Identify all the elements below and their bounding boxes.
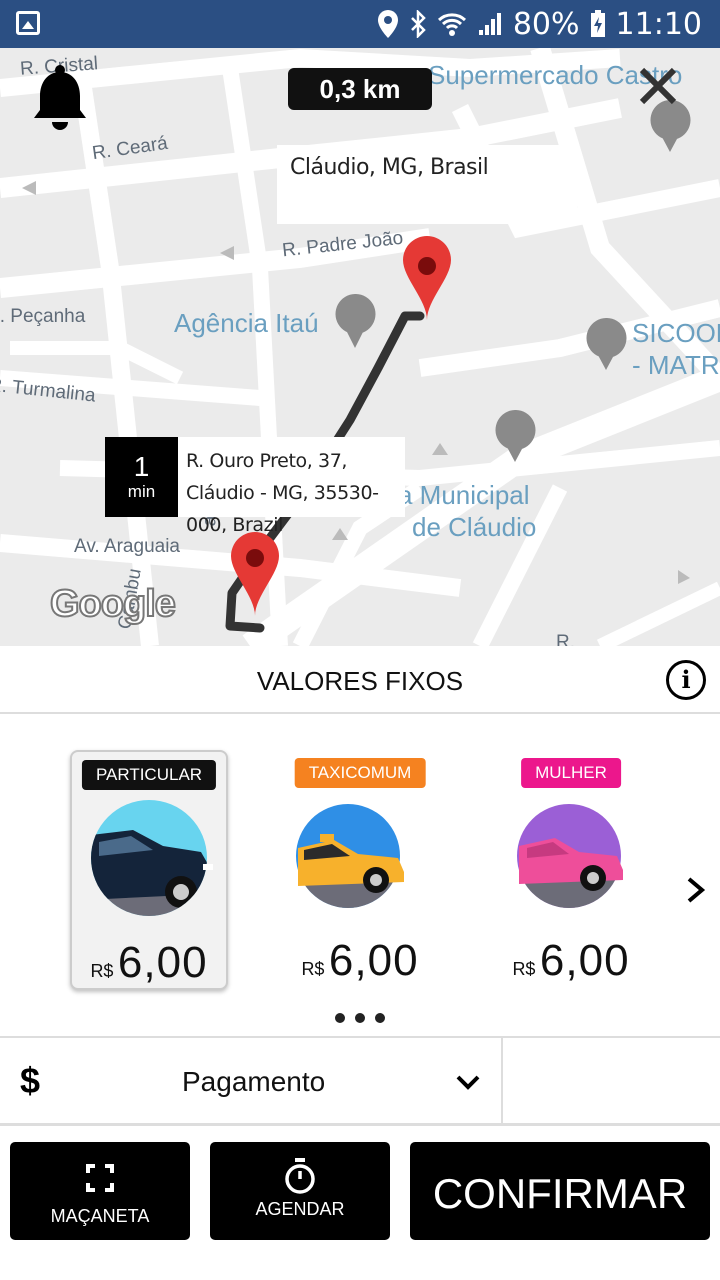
pagination-dot bbox=[335, 1013, 345, 1023]
category-badge: TAXICOMUM bbox=[294, 758, 426, 788]
wifi-icon bbox=[437, 13, 466, 36]
battery-percent: 80% bbox=[512, 6, 580, 42]
destination-marker bbox=[403, 236, 451, 320]
eta-box: 1 min bbox=[105, 437, 178, 517]
macaneta-label: MAÇANETA bbox=[50, 1206, 150, 1226]
fullscreen-icon bbox=[86, 1164, 114, 1192]
pagination-dot bbox=[355, 1013, 365, 1023]
divider bbox=[501, 1038, 503, 1126]
category-badge: PARTICULAR bbox=[81, 760, 217, 790]
pagination-dot bbox=[375, 1013, 385, 1023]
payment-selector[interactable]: $ Pagamento bbox=[0, 1036, 720, 1126]
price-currency: R$ bbox=[301, 959, 325, 979]
close-icon[interactable] bbox=[638, 66, 678, 106]
agendar-label: AGENDAR bbox=[255, 1199, 345, 1219]
origin-address: R. Ouro Preto, 37, Cláudio - MG, 35530-0… bbox=[186, 450, 379, 536]
origin-callout[interactable]: 1 min R. Ouro Preto, 37, Cláudio - MG, 3… bbox=[105, 437, 405, 536]
category-card-taxicomum[interactable]: TAXICOMUM R$ 6,00 bbox=[281, 750, 439, 990]
eta-value: 1 bbox=[133, 451, 150, 482]
eta-unit: min bbox=[127, 482, 156, 501]
macaneta-button[interactable]: MAÇANETA bbox=[10, 1142, 190, 1240]
location-icon bbox=[377, 10, 398, 38]
category-price: R$ 6,00 bbox=[492, 936, 650, 986]
chevron-right-icon[interactable] bbox=[684, 876, 708, 904]
distance-badge: 0,3 km bbox=[288, 68, 432, 110]
car-taxi-icon bbox=[296, 804, 404, 908]
image-notification-icon bbox=[16, 11, 40, 35]
car-mulher-icon bbox=[517, 804, 623, 908]
agendar-button[interactable]: AGENDAR bbox=[210, 1142, 390, 1240]
status-bar: 80% 11:10 bbox=[0, 0, 720, 48]
poi-label: Agência Itaú bbox=[174, 308, 319, 338]
signal-icon bbox=[478, 13, 501, 35]
info-icon[interactable]: i bbox=[666, 660, 706, 700]
clock: 11:10 bbox=[615, 6, 702, 42]
category-badge: MULHER bbox=[521, 758, 621, 788]
category-card-particular[interactable]: PARTICULAR R$ 6,00 bbox=[70, 750, 228, 990]
poi-label: SICOOB bbox=[632, 318, 720, 348]
category-price: R$ 6,00 bbox=[72, 938, 226, 988]
street-label: Av. Araguaia bbox=[74, 536, 180, 557]
car-particular-icon bbox=[91, 800, 213, 916]
payment-label: Pagamento bbox=[182, 1066, 326, 1097]
confirmar-button[interactable]: CONFIRMAR bbox=[410, 1142, 710, 1240]
street-label: R. bbox=[556, 632, 575, 646]
poi-label: de Cláudio bbox=[412, 512, 537, 542]
stopwatch-icon bbox=[285, 1158, 315, 1194]
category-card-mulher[interactable]: MULHER R$ 6,00 bbox=[492, 750, 650, 990]
battery-charging-icon bbox=[590, 10, 605, 37]
poi-label: - MATR bbox=[632, 350, 720, 380]
bell-icon[interactable] bbox=[30, 64, 90, 134]
street-label: R. Peçanha bbox=[0, 306, 86, 327]
dollar-icon: $ bbox=[20, 1060, 41, 1101]
chevron-down-icon[interactable] bbox=[456, 1074, 480, 1090]
bluetooth-icon bbox=[410, 10, 426, 38]
fixed-values-title: VALORES FIXOS bbox=[256, 666, 464, 696]
confirmar-label: CONFIRMAR bbox=[432, 1170, 688, 1217]
google-logo: Google bbox=[49, 582, 177, 626]
price-currency: R$ bbox=[90, 961, 114, 981]
category-price: R$ 6,00 bbox=[281, 936, 439, 986]
carousel-pagination bbox=[0, 1010, 720, 1028]
category-carousel: PARTICULAR R$ 6,00 TAXICOMUM R$ 6,00 MUL… bbox=[0, 716, 720, 1036]
fixed-values-header: VALORES FIXOS i bbox=[0, 646, 720, 714]
poi-label: a Municipal bbox=[398, 480, 530, 510]
destination-label[interactable]: Cláudio, MG, Brasil bbox=[277, 145, 577, 224]
price-value: 6,00 bbox=[117, 938, 208, 987]
price-value: 6,00 bbox=[539, 936, 630, 985]
map-view[interactable]: R. Cristal R. Ceará R. Padre João R. Peç… bbox=[0, 48, 720, 646]
price-currency: R$ bbox=[512, 959, 536, 979]
price-value: 6,00 bbox=[328, 936, 419, 985]
